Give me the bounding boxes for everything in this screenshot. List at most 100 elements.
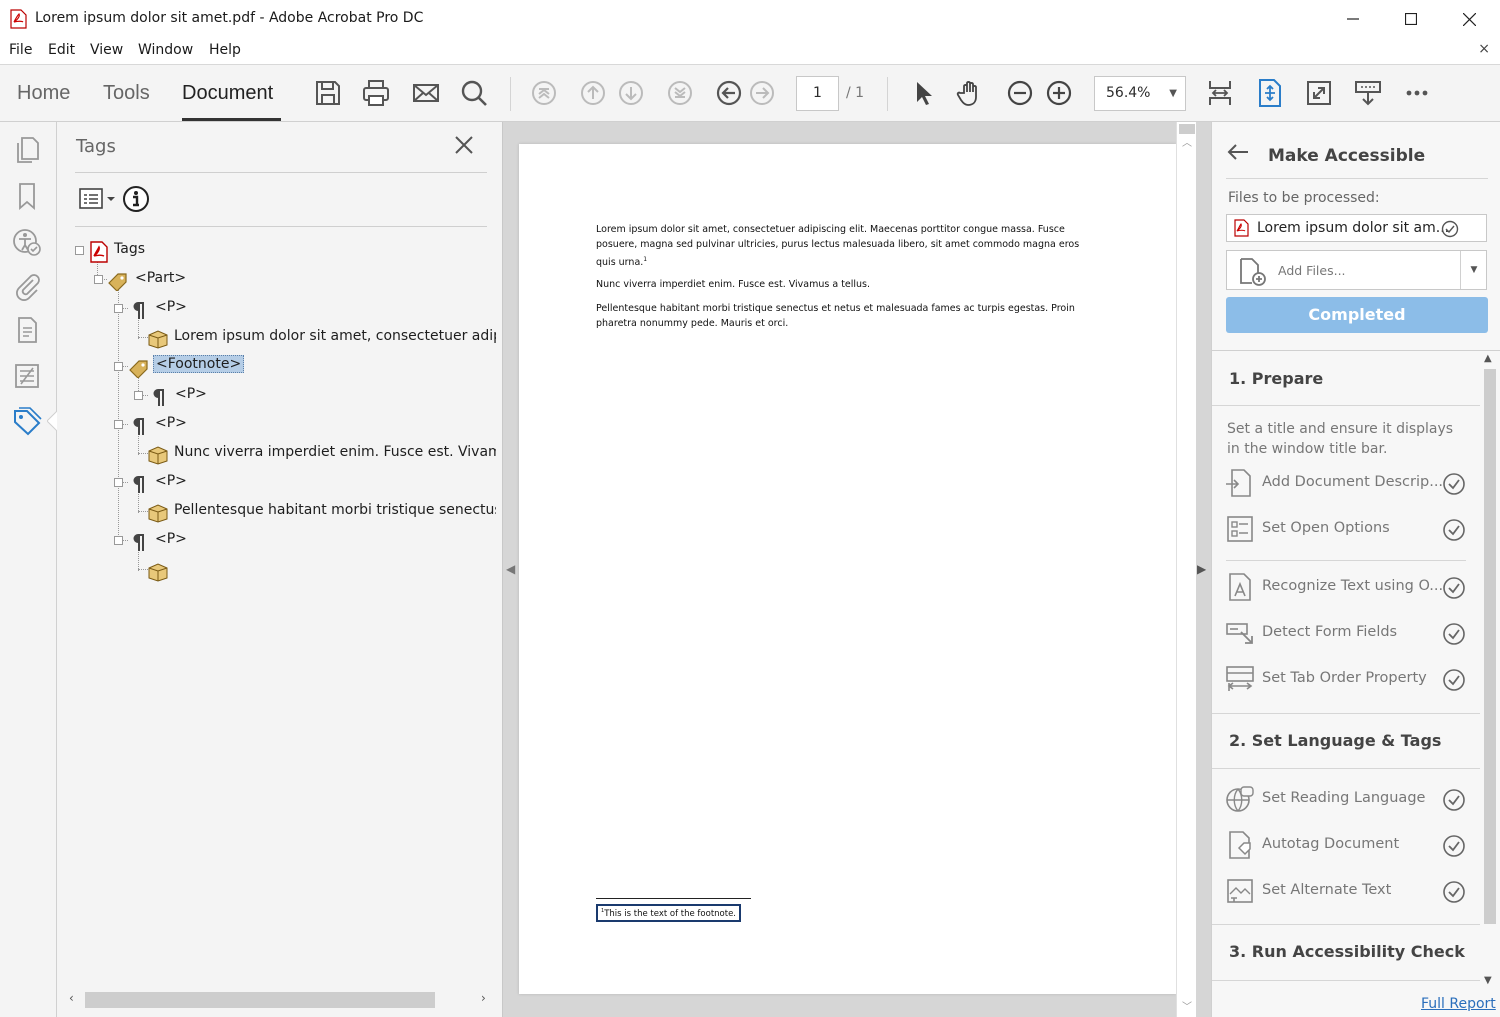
tab-document[interactable]: Document — [182, 82, 273, 105]
tree-expander[interactable] — [134, 391, 143, 400]
action-autotag-document[interactable]: Autotag Document — [1212, 826, 1480, 866]
action-set-tab-order[interactable]: Set Tab Order Property — [1212, 660, 1480, 700]
section-title-language-tags[interactable]: 2. Set Language & Tags — [1229, 731, 1441, 750]
attachments-icon[interactable] — [11, 270, 43, 302]
more-icon[interactable] — [1401, 77, 1433, 109]
scroll-right-icon[interactable]: › — [481, 991, 486, 1005]
close-document-button[interactable]: × — [1478, 41, 1490, 57]
options-menu-icon[interactable] — [79, 188, 117, 210]
chevron-up-icon[interactable]: ▲ — [1484, 353, 1492, 364]
forward-icon[interactable] — [746, 77, 778, 109]
tree-expander[interactable] — [114, 420, 123, 429]
save-icon[interactable] — [312, 77, 344, 109]
zoom-out-icon[interactable] — [1004, 77, 1036, 109]
tree-node[interactable]: Tags — [114, 241, 145, 257]
menu-help[interactable]: Help — [209, 42, 241, 58]
document-vertical-scrollbar[interactable]: ︿ ﹀ — [1176, 122, 1196, 1017]
email-icon[interactable] — [410, 77, 442, 109]
minimize-button[interactable] — [1324, 0, 1382, 38]
menu-view[interactable]: View — [90, 42, 123, 58]
file-list-item[interactable]: Lorem ipsum dolor sit am... — [1226, 214, 1487, 242]
next-page-icon[interactable] — [615, 77, 647, 109]
tab-order-icon — [1225, 664, 1255, 694]
scrollbar-thumb[interactable] — [1179, 124, 1195, 134]
menu-window[interactable]: Window — [138, 42, 193, 58]
tree-expander[interactable] — [75, 246, 84, 255]
scroll-left-icon[interactable]: ‹ — [69, 991, 74, 1005]
collapse-left-panel-icon[interactable]: ◀ — [506, 562, 515, 576]
select-cursor-icon[interactable] — [907, 77, 939, 109]
tree-node[interactable]: Lorem ipsum dolor sit amet, consectetuer… — [174, 328, 496, 344]
tree-expander[interactable] — [114, 362, 123, 371]
action-set-open-options[interactable]: Set Open Options — [1212, 510, 1480, 550]
fit-page-icon[interactable] — [1254, 77, 1286, 109]
menu-file[interactable]: File — [9, 42, 32, 58]
collapse-right-panel-icon[interactable]: ▶ — [1197, 562, 1206, 576]
tags-panel: Tags Tags <Part> <P> Lorem ipsum dolor s… — [57, 122, 503, 1017]
content-icon[interactable] — [11, 314, 43, 346]
document-view[interactable]: ◀ Lorem ipsum dolor sit amet, consectetu… — [503, 122, 1211, 1017]
tree-node[interactable]: <P> — [155, 299, 187, 315]
page-thumbnails-icon[interactable] — [11, 134, 43, 166]
action-set-alternate-text[interactable]: Set Alternate Text — [1212, 872, 1480, 912]
previous-page-icon[interactable] — [577, 77, 609, 109]
tab-tools[interactable]: Tools — [103, 82, 150, 105]
tree-node[interactable]: <P> — [155, 415, 187, 431]
scrollbar-thumb[interactable] — [1484, 369, 1496, 924]
steps-scrollbar[interactable]: ▲ ▼ — [1480, 351, 1500, 991]
chevron-up-icon[interactable]: ︿ — [1182, 134, 1192, 149]
horizontal-scrollbar[interactable]: ‹ › — [65, 990, 495, 1010]
action-add-document-description[interactable]: Add Document Descrip... — [1212, 464, 1480, 504]
action-recognize-text[interactable]: Recognize Text using O... — [1212, 568, 1480, 608]
full-report-link[interactable]: Full Report — [1421, 996, 1496, 1012]
pdf-page[interactable]: Lorem ipsum dolor sit amet, consectetuer… — [519, 144, 1176, 994]
tags-icon[interactable] — [11, 406, 43, 438]
tree-expander[interactable] — [114, 304, 123, 313]
footnote-highlight[interactable]: 1This is the text of the footnote. — [596, 904, 742, 922]
fullscreen-icon[interactable] — [1303, 77, 1335, 109]
close-icon[interactable] — [454, 132, 474, 162]
tree-node[interactable]: <P> — [175, 386, 207, 402]
close-window-button[interactable] — [1440, 0, 1498, 38]
order-icon[interactable] — [11, 360, 43, 392]
tree-expander[interactable] — [94, 275, 103, 284]
first-page-icon[interactable] — [528, 77, 560, 109]
bookmarks-icon[interactable] — [11, 180, 43, 212]
tree-node-selected[interactable]: <Footnote> — [153, 355, 245, 373]
print-icon[interactable] — [360, 77, 392, 109]
menu-edit[interactable]: Edit — [48, 42, 75, 58]
tree-node[interactable]: <Part> — [135, 270, 186, 286]
tree-node[interactable]: Pellentesque habitant morbi tristique se… — [174, 502, 496, 518]
scrollbar-thumb[interactable] — [85, 992, 435, 1008]
tree-expander[interactable] — [114, 536, 123, 545]
action-detect-form-fields[interactable]: Detect Form Fields — [1212, 614, 1480, 654]
content-box-icon[interactable] — [147, 562, 169, 582]
info-icon[interactable] — [122, 185, 150, 213]
tree-node[interactable]: <P> — [155, 531, 187, 547]
action-label: Recognize Text using O... — [1262, 578, 1444, 594]
completed-button[interactable]: Completed — [1226, 297, 1488, 333]
tree-node[interactable]: Nunc viverra imperdiet enim. Fusce est. … — [174, 444, 496, 460]
section-title-accessibility-check[interactable]: 3. Run Accessibility Check — [1229, 942, 1465, 961]
zoom-level-select[interactable]: 56.4% ▼ — [1094, 76, 1186, 111]
chevron-down-icon[interactable]: ﹀ — [1182, 998, 1192, 1013]
maximize-button[interactable] — [1382, 0, 1440, 38]
tree-node[interactable]: <P> — [155, 473, 187, 489]
action-set-reading-language[interactable]: Set Reading Language — [1212, 780, 1480, 820]
back-arrow-icon[interactable] — [1226, 142, 1250, 168]
tab-home[interactable]: Home — [17, 82, 70, 105]
hand-icon[interactable] — [955, 77, 987, 109]
chevron-down-icon[interactable]: ▼ — [1460, 251, 1487, 289]
page-number-input[interactable]: 1 — [796, 76, 839, 111]
page-display-icon[interactable] — [1204, 77, 1236, 109]
last-page-icon[interactable] — [664, 77, 696, 109]
search-icon[interactable] — [458, 77, 490, 109]
tree-expander[interactable] — [114, 478, 123, 487]
accessibility-checker-icon[interactable] — [11, 226, 43, 258]
chevron-down-icon[interactable]: ▼ — [1484, 975, 1492, 986]
add-files-button[interactable]: Add Files... ▼ — [1226, 250, 1487, 290]
back-icon[interactable] — [713, 77, 745, 109]
scroll-mode-icon[interactable] — [1352, 77, 1384, 109]
section-title-prepare[interactable]: 1. Prepare — [1229, 369, 1323, 388]
zoom-in-icon[interactable] — [1043, 77, 1075, 109]
